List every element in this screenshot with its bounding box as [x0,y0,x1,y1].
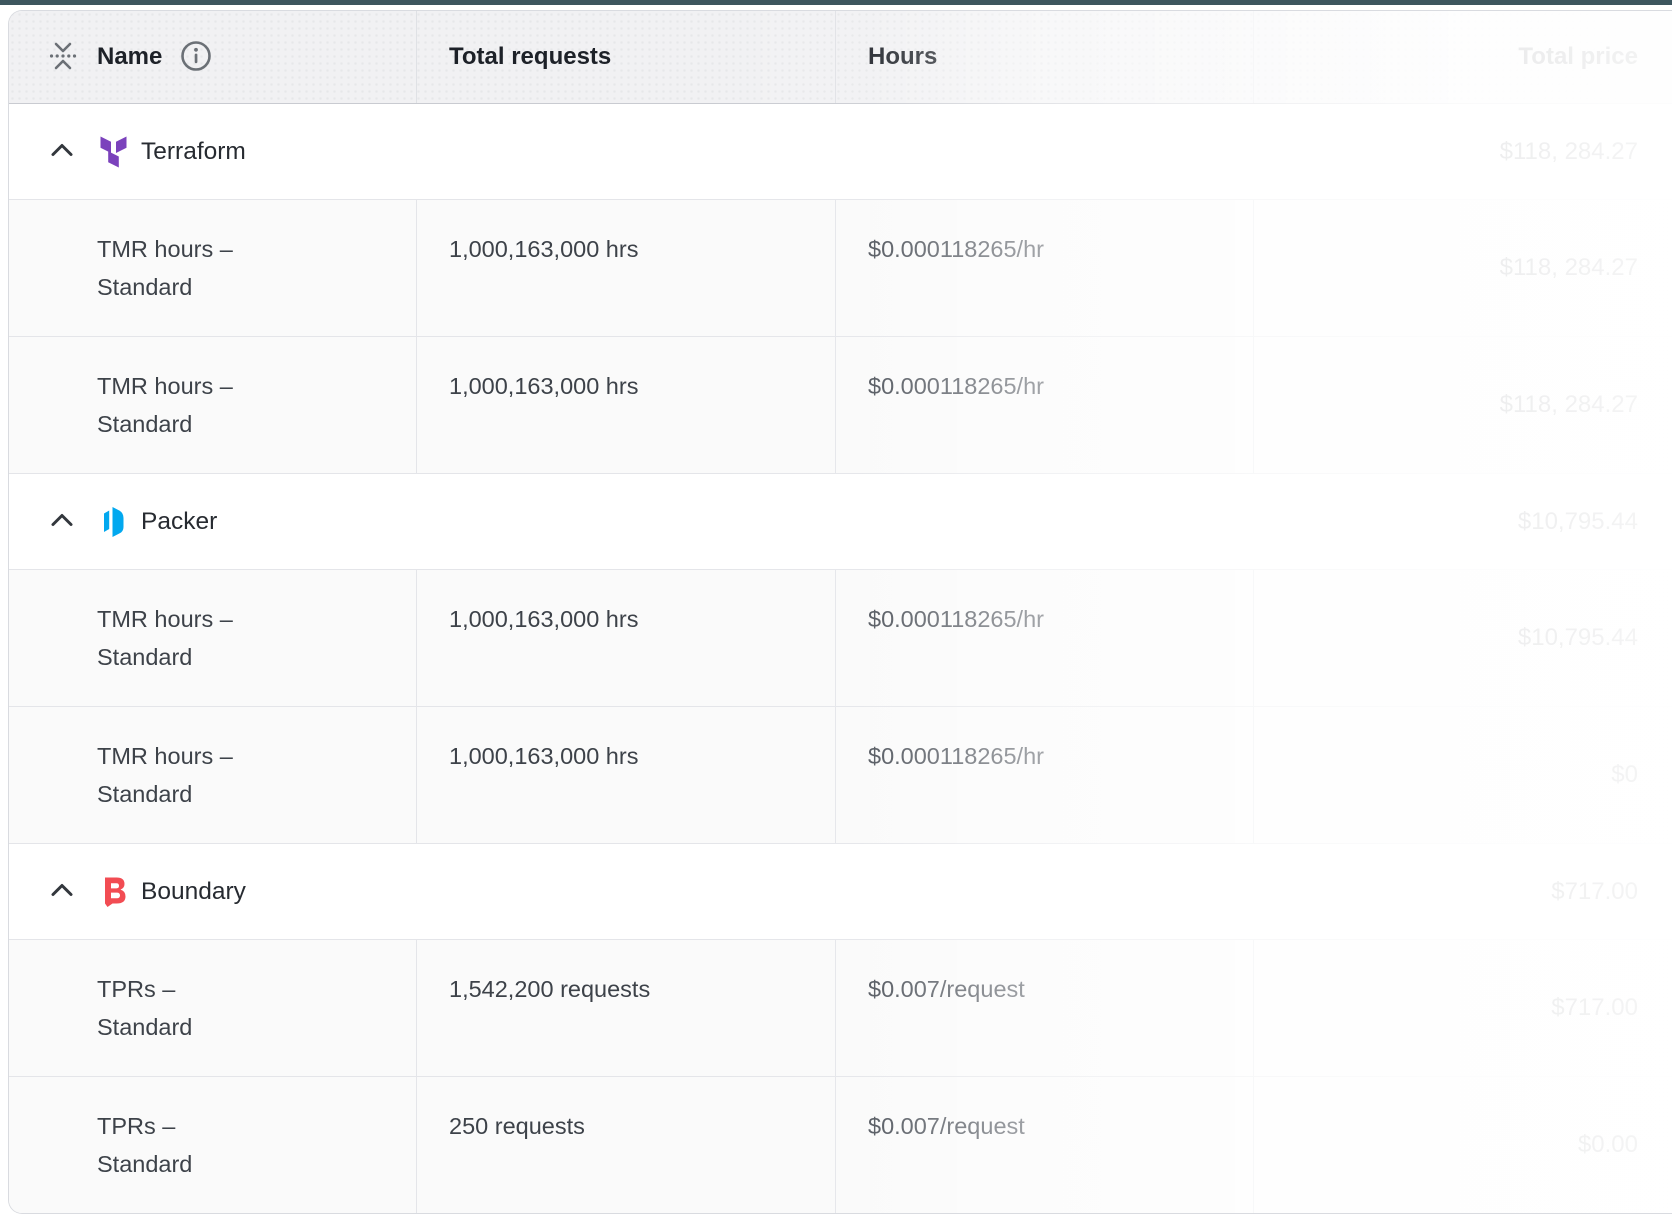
cell-item-name: TMR hours – Standard [9,200,417,336]
table-row: TPRs – Standard 250 requests $0.007/requ… [9,1077,1672,1213]
cell-total-requests: 1,000,163,000 hrs [417,337,836,473]
cell-total-price: $717.00 [1254,940,1672,1076]
column-title-name: Name [97,43,162,71]
group-collapse-button[interactable] [46,506,78,538]
cell-hours-rate: $0.000118265/hr [836,707,1254,843]
cell-hours-rate: $0.000118265/hr [836,570,1254,706]
collapse-all-button[interactable] [46,39,80,76]
group-total-price: $717.00 [1551,878,1638,906]
table-header-row: Name Total requests Hours Total price [9,11,1672,104]
cell-total-requests: 1,000,163,000 hrs [417,200,836,336]
boundary-icon [98,876,129,908]
column-title-hours: Hours [868,43,937,71]
group-row-left: Terraform [46,136,246,168]
header-cell-total-requests: Total requests [417,11,836,103]
header-cell-hours: Hours [836,11,1254,103]
cell-hours-rate: $0.000118265/hr [836,200,1254,336]
cell-total-requests: 250 requests [417,1077,836,1213]
cell-hours-rate: $0.007/request [836,1077,1254,1213]
name-info-button[interactable] [179,39,213,76]
cell-item-name: TMR hours – Standard [9,570,417,706]
usage-table: Name Total requests Hours Total price [8,10,1672,1214]
table-row: TMR hours – Standard 1,000,163,000 hrs $… [9,200,1672,337]
cell-total-price: $0.00 [1254,1077,1672,1213]
cell-total-requests: 1,000,163,000 hrs [417,570,836,706]
group-total-price: $118, 284.27 [1500,138,1638,166]
cell-item-name: TMR hours – Standard [9,337,417,473]
column-title-total-requests: Total requests [449,43,611,71]
app-top-accent-bar [0,0,1672,5]
cell-total-requests: 1,000,163,000 hrs [417,707,836,843]
table-body: Terraform $118, 284.27 TMR hours – Stand… [9,104,1672,1213]
cell-total-price: $118, 284.27 [1254,337,1672,473]
cell-total-price: $0 [1254,707,1672,843]
group-total-price: $10,795.44 [1518,508,1638,536]
group-name: Boundary [141,878,246,906]
chevron-up-icon [47,139,77,164]
group-row[interactable]: Terraform $118, 284.27 [9,104,1672,200]
packer-icon [98,506,129,538]
chevron-up-icon [47,509,77,534]
group-name: Packer [141,508,217,536]
cell-total-price: $10,795.44 [1254,570,1672,706]
table-row: TPRs – Standard 1,542,200 requests $0.00… [9,940,1672,1077]
group-name: Terraform [141,138,246,166]
terraform-icon [98,136,129,168]
table-row: TMR hours – Standard 1,000,163,000 hrs $… [9,707,1672,844]
collapse-all-icon [46,39,80,76]
group-row[interactable]: Boundary $717.00 [9,844,1672,940]
header-cell-total-price: Total price [1254,11,1672,103]
cell-hours-rate: $0.000118265/hr [836,337,1254,473]
column-title-total-price: Total price [1518,43,1638,71]
table-row: TMR hours – Standard 1,000,163,000 hrs $… [9,337,1672,474]
group-row[interactable]: Packer $10,795.44 [9,474,1672,570]
cell-item-name: TMR hours – Standard [9,707,417,843]
cell-item-name: TPRs – Standard [9,1077,417,1213]
group-collapse-button[interactable] [46,136,78,168]
info-icon [179,39,213,76]
group-row-left: Boundary [46,876,246,908]
group-collapse-button[interactable] [46,876,78,908]
header-cell-name: Name [9,11,417,103]
cell-item-name: TPRs – Standard [9,940,417,1076]
chevron-up-icon [47,879,77,904]
cell-hours-rate: $0.007/request [836,940,1254,1076]
cell-total-price: $118, 284.27 [1254,200,1672,336]
group-row-left: Packer [46,506,217,538]
table-row: TMR hours – Standard 1,000,163,000 hrs $… [9,570,1672,707]
cell-total-requests: 1,542,200 requests [417,940,836,1076]
